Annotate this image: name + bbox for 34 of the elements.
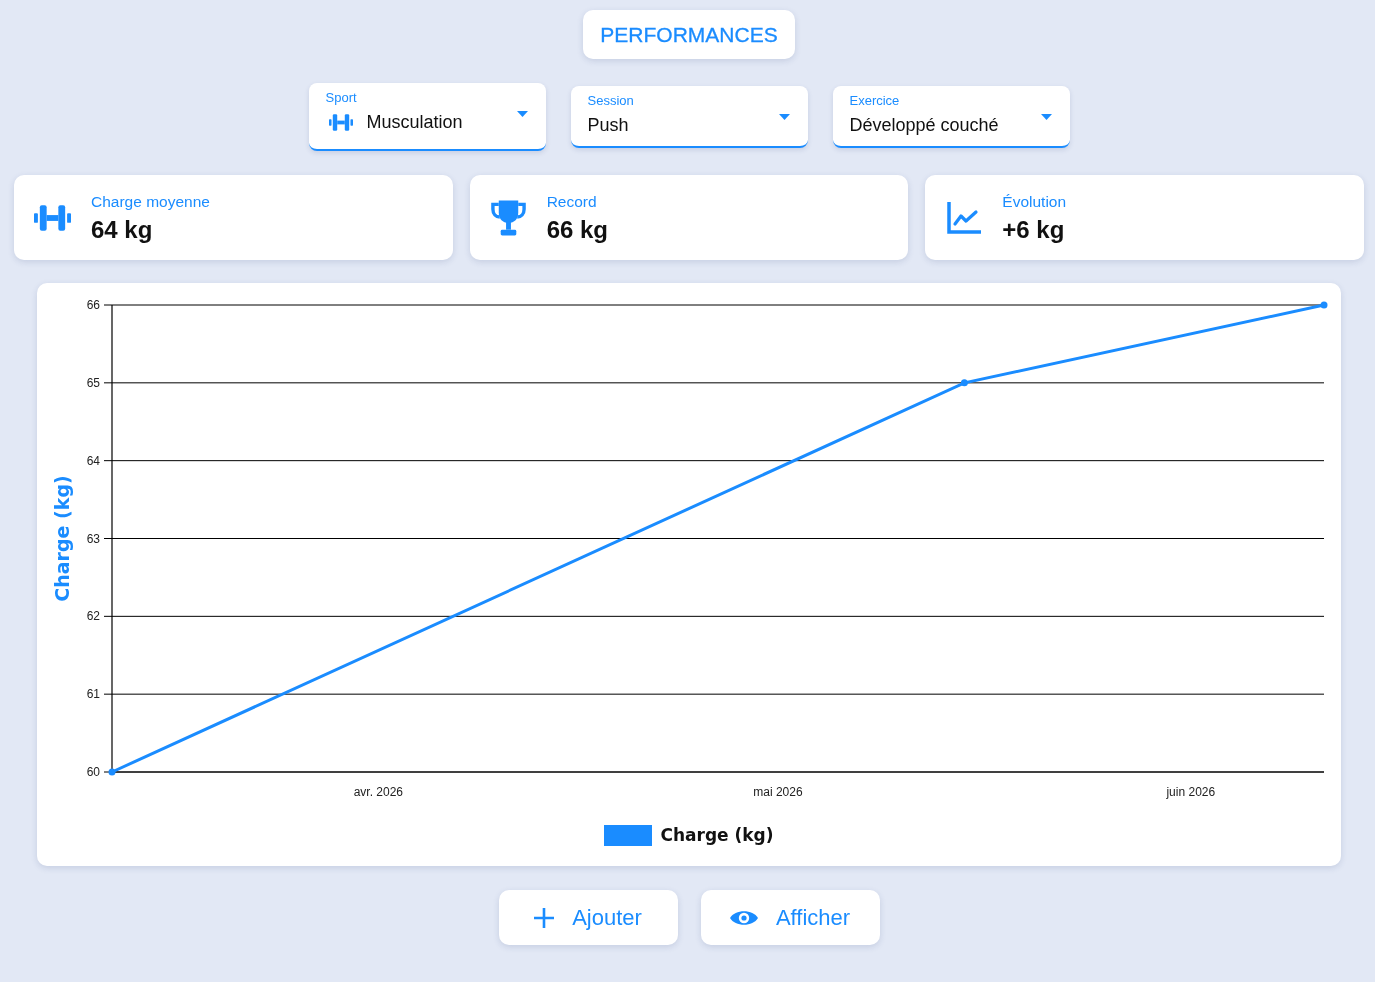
data-point	[960, 379, 968, 387]
plus-icon	[534, 907, 555, 928]
y-axis-tick-label: 64	[86, 453, 100, 468]
sport-select[interactable]: Sport Musculation	[308, 83, 546, 151]
trophy-icon	[489, 198, 527, 237]
x-axis-tick-label: mai 2026	[753, 785, 803, 799]
session-select[interactable]: Session Push	[570, 86, 808, 148]
page-title: PERFORMANCES	[583, 10, 795, 59]
legend-label: Charge (kg)	[660, 825, 774, 846]
dumbbell-icon	[328, 113, 353, 131]
dumbbell-icon	[34, 204, 71, 231]
y-axis-tick-label: 63	[86, 531, 100, 546]
stat-label: Évolution	[1002, 191, 1067, 212]
y-axis-tick-label: 62	[86, 609, 100, 624]
caret-icon	[516, 111, 528, 117]
y-axis-tick-label: 60	[86, 765, 100, 779]
stat-value: +6 kg	[1002, 215, 1066, 244]
x-axis-tick-label: juin 2026	[1166, 785, 1216, 799]
y-axis-tick-label: 61	[86, 687, 100, 702]
x-axis-tick-label: avr. 2026	[353, 785, 404, 799]
stat-value: 66 kg	[546, 215, 609, 244]
eye-icon	[729, 908, 758, 927]
stat-label: Charge moyenne	[91, 191, 210, 212]
y-axis-tick-label: 65	[86, 375, 100, 390]
y-axis-title: Charge (kg)	[51, 475, 73, 602]
caret-icon	[778, 114, 790, 120]
caret-icon	[1040, 114, 1052, 120]
y-axis-tick-label: 66	[86, 298, 100, 312]
stat-label: Record	[546, 191, 598, 212]
exercise-select[interactable]: Exercice Développé couché	[832, 86, 1070, 148]
stat-value: 64 kg	[91, 215, 154, 244]
data-point	[108, 768, 116, 776]
line-chart-icon	[946, 201, 981, 234]
data-point	[1320, 301, 1328, 309]
